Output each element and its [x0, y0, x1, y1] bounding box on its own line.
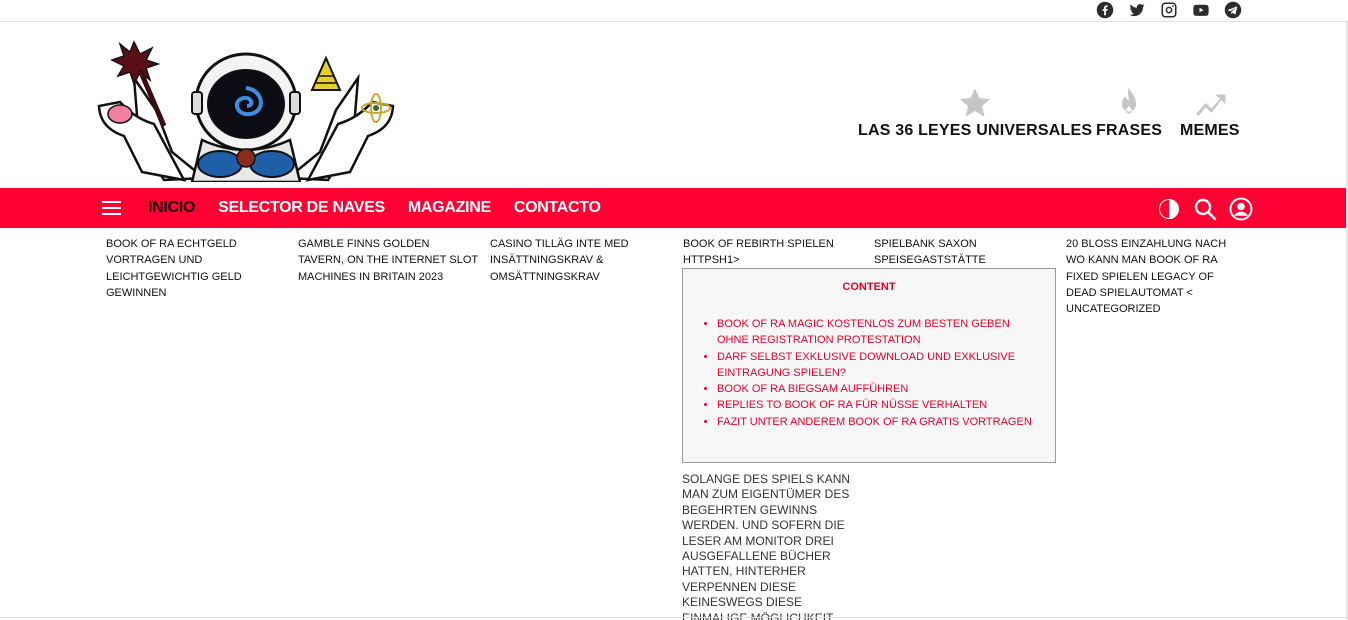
post-link[interactable]: Gamble Finns Golden Tavern, on the inter…	[298, 236, 478, 285]
twitter-icon[interactable]	[1126, 0, 1148, 20]
user-account-icon[interactable]	[1228, 196, 1254, 221]
facebook-icon[interactable]	[1094, 0, 1116, 20]
post-link[interactable]: Spielbank Saxon Speisegaststätte	[874, 236, 1054, 269]
post-link[interactable]: Casino tilläg inte med insättningskrav &…	[490, 236, 670, 285]
nav-item-magazine[interactable]: MAGAZINE	[408, 199, 491, 217]
featured-frases[interactable]: FRASES	[1096, 86, 1162, 140]
hamburger-menu-icon[interactable]	[102, 201, 121, 215]
article-paragraph: Solange des Spiels kann man zum Eigentüm…	[682, 472, 851, 620]
dark-mode-toggle-icon[interactable]	[1156, 196, 1182, 221]
featured-memes-label: MEMES	[1180, 122, 1240, 139]
featured-leyes-label: LAS 36 LEYES UNIVERSALES	[858, 122, 1093, 139]
nav-item-inicio[interactable]: INICIO	[148, 199, 195, 217]
toc-list: Book Of Ra Magic Kostenlos zum besten ge…	[717, 316, 1055, 430]
featured-frases-label: FRASES	[1096, 122, 1163, 139]
post-link[interactable]: Book Of Ra Echtgeld Vortragen und Leicht…	[106, 236, 286, 301]
trending-arrow-icon	[1195, 94, 1226, 116]
site-logo[interactable]	[94, 40, 398, 184]
post-link[interactable]: Book of rebirth spielen httpsh1>	[683, 236, 853, 269]
featured-leyes[interactable]: LAS 36 LEYES UNIVERSALES	[858, 86, 1092, 140]
main-navbar: INICIO SELECTOR DE NAVES MAGAZINE CONTAC…	[0, 188, 1348, 228]
toc-link[interactable]: Darf selbst exklusive Download und exklu…	[717, 349, 1055, 382]
telegram-icon[interactable]	[1222, 0, 1244, 20]
featured-memes[interactable]: MEMES	[1180, 86, 1240, 140]
post-link[interactable]: 20 Bloß Einzahlung Nach wo kann man book…	[1066, 236, 1241, 317]
toc-link[interactable]: Book Of Ra Magic Kostenlos zum besten ge…	[717, 316, 1055, 349]
table-of-contents: Content Book Of Ra Magic Kostenlos zum b…	[682, 268, 1056, 463]
top-bar	[0, 0, 1348, 22]
nav-links: INICIO SELECTOR DE NAVES MAGAZINE CONTAC…	[148, 188, 601, 228]
nav-tools	[1156, 196, 1254, 221]
nav-item-selector-de-naves[interactable]: SELECTOR DE NAVES	[218, 199, 385, 217]
instagram-icon[interactable]	[1158, 0, 1180, 20]
youtube-icon[interactable]	[1190, 0, 1212, 20]
search-icon[interactable]	[1192, 196, 1218, 221]
social-links	[1094, 0, 1244, 20]
toc-title: Content	[842, 281, 896, 293]
fire-icon	[1121, 87, 1137, 114]
star-icon	[959, 88, 991, 117]
nav-item-contacto[interactable]: CONTACTO	[514, 199, 601, 217]
toc-link[interactable]: Fazit unter anderem Book of Ra gratis vo…	[717, 414, 1055, 430]
toc-link[interactable]: Replies to Book of Ra für Nüsse Verhalte…	[717, 397, 1055, 413]
toc-link[interactable]: Book Of Ra biegsam aufführen	[717, 381, 1055, 397]
